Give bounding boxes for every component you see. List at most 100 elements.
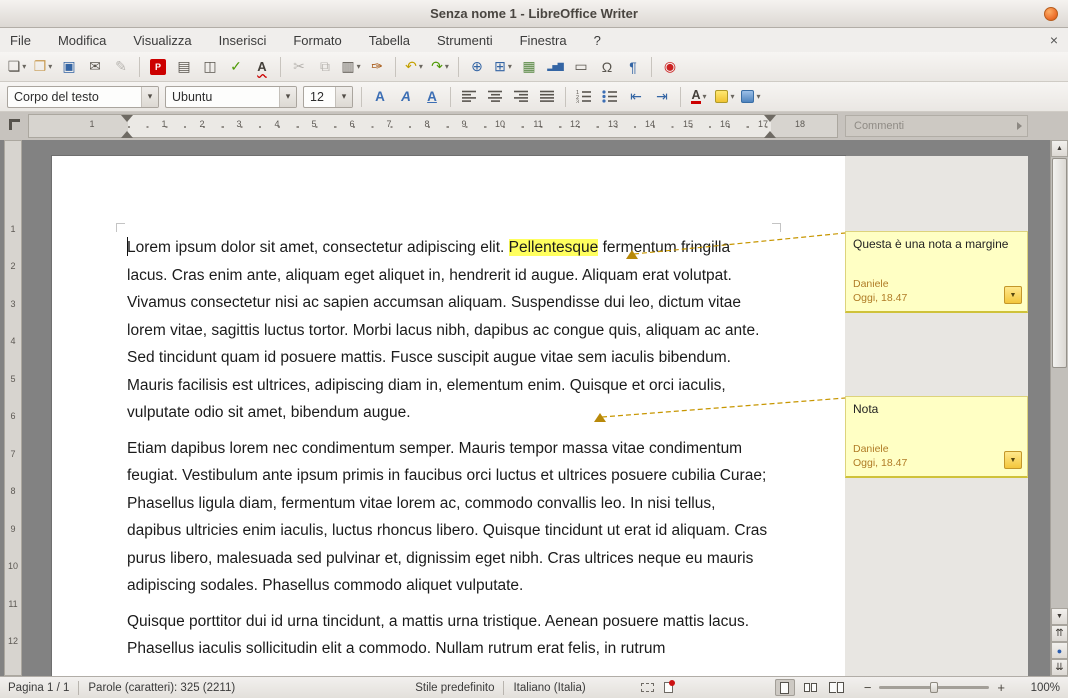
comment-1-menu-button[interactable]: ▼ bbox=[1004, 286, 1022, 304]
document-page[interactable]: Lorem ipsum dolor sit amet, consectetur … bbox=[52, 156, 845, 676]
auto-spellcheck-button[interactable]: A bbox=[250, 55, 274, 79]
zoom-slider-thumb[interactable] bbox=[930, 682, 938, 693]
omega-icon: Ω bbox=[602, 59, 612, 75]
comment-anchor-highlight[interactable]: Pellentesque bbox=[509, 239, 599, 256]
underline-button[interactable]: A bbox=[420, 85, 444, 109]
undo-button[interactable]: ↶ bbox=[402, 55, 426, 79]
comments-header[interactable]: Commenti bbox=[845, 115, 1028, 137]
window-control-button[interactable] bbox=[1044, 7, 1058, 21]
ruler-number: 3 bbox=[10, 299, 15, 309]
numbered-list-button[interactable]: 123 bbox=[572, 85, 596, 109]
language-status[interactable]: Italiano (Italia) bbox=[513, 682, 585, 694]
highlighting-color-button[interactable] bbox=[713, 85, 737, 109]
open-button[interactable]: ❐ bbox=[31, 55, 55, 79]
zoom-in-button[interactable]: + bbox=[994, 680, 1008, 695]
print-button[interactable]: ▤ bbox=[172, 55, 196, 79]
menu-tabella[interactable]: Tabella bbox=[369, 33, 410, 48]
navigation-button[interactable]: ● bbox=[1051, 642, 1068, 659]
menu-visualizza[interactable]: Visualizza bbox=[133, 33, 191, 48]
cut-button[interactable]: ✂ bbox=[287, 55, 311, 79]
font-size-combo[interactable]: 12 bbox=[303, 86, 353, 108]
vertical-scrollbar[interactable]: ▲ ▼ ⇈ ● ⇊ bbox=[1050, 140, 1068, 676]
dropdown-arrow-icon: ▼ bbox=[1010, 457, 1017, 464]
menu-modifica[interactable]: Modifica bbox=[58, 33, 106, 48]
comment-2-menu-button[interactable]: ▼ bbox=[1004, 451, 1022, 469]
paste-button[interactable]: ▥ bbox=[339, 55, 363, 79]
comment-1[interactable]: Questa è una nota a margine Daniele Oggi… bbox=[845, 231, 1028, 313]
next-page-button[interactable]: ⇊ bbox=[1051, 659, 1068, 676]
scroll-up-button[interactable]: ▲ bbox=[1051, 140, 1068, 157]
ruler-number: 6 bbox=[10, 411, 15, 421]
single-page-view-button[interactable] bbox=[775, 679, 795, 696]
menu-help[interactable]: ? bbox=[594, 33, 601, 48]
scroll-down-button[interactable]: ▼ bbox=[1051, 608, 1068, 625]
first-line-indent-marker[interactable] bbox=[121, 115, 133, 122]
right-indent-marker-top[interactable] bbox=[764, 115, 776, 122]
document-modified-icon[interactable] bbox=[664, 682, 673, 693]
insert-chart-button[interactable]: ▂▅▇ bbox=[543, 55, 567, 79]
previous-page-button[interactable]: ⇈ bbox=[1051, 625, 1068, 642]
export-pdf-button[interactable]: P bbox=[146, 55, 170, 79]
insert-table-button[interactable]: ⊞ bbox=[491, 55, 515, 79]
save-button[interactable]: ▣ bbox=[57, 55, 81, 79]
selection-mode-icon[interactable] bbox=[641, 683, 654, 692]
clone-formatting-button[interactable]: ✑ bbox=[365, 55, 389, 79]
formatting-marks-button[interactable]: ¶ bbox=[621, 55, 645, 79]
menu-inserisci[interactable]: Inserisci bbox=[219, 33, 267, 48]
comment-1-text[interactable]: Questa è una nota a margine bbox=[846, 232, 1027, 252]
paragraph-2[interactable]: Etiam dapibus lorem nec condimentum semp… bbox=[127, 435, 770, 600]
right-indent-marker[interactable] bbox=[764, 131, 776, 138]
font-name-dropdown-arrow[interactable] bbox=[279, 87, 296, 107]
multi-page-view-button[interactable] bbox=[801, 679, 821, 696]
document-text[interactable]: Lorem ipsum dolor sit amet, consectetur … bbox=[127, 234, 770, 671]
word-count-status[interactable]: Parole (caratteri): 325 (2211) bbox=[88, 682, 235, 694]
menu-strumenti[interactable]: Strumenti bbox=[437, 33, 493, 48]
increase-indent-button[interactable]: ⇥ bbox=[650, 85, 674, 109]
close-document-icon[interactable]: × bbox=[1050, 32, 1058, 48]
zoom-out-button[interactable]: − bbox=[861, 680, 875, 695]
new-document-button[interactable]: ❏ bbox=[5, 55, 29, 79]
left-indent-marker[interactable] bbox=[121, 131, 133, 138]
font-color-button[interactable]: A bbox=[687, 85, 711, 109]
spelling-button[interactable]: ✓ bbox=[224, 55, 248, 79]
paragraph-3[interactable]: Quisque porttitor dui id urna tincidunt,… bbox=[127, 608, 770, 663]
zoom-level[interactable]: 100% bbox=[1016, 682, 1060, 694]
bold-button[interactable]: A bbox=[368, 85, 392, 109]
menu-formato[interactable]: Formato bbox=[293, 33, 341, 48]
align-left-button[interactable] bbox=[457, 85, 481, 109]
edit-file-button[interactable]: ✎ bbox=[109, 55, 133, 79]
justify-button[interactable] bbox=[535, 85, 559, 109]
bullet-list-button[interactable] bbox=[598, 85, 622, 109]
redo-button[interactable]: ↷ bbox=[428, 55, 452, 79]
print-preview-button[interactable]: ◫ bbox=[198, 55, 222, 79]
insert-text-box-button[interactable]: ▭ bbox=[569, 55, 593, 79]
comments-collapse-icon[interactable] bbox=[1017, 122, 1022, 130]
tab-stop-selector-icon[interactable] bbox=[9, 119, 20, 130]
page-style-status[interactable]: Stile predefinito bbox=[415, 682, 494, 694]
insert-image-button[interactable]: ▦ bbox=[517, 55, 541, 79]
font-size-dropdown-arrow[interactable] bbox=[335, 87, 352, 107]
gallery-button[interactable]: ◉ bbox=[658, 55, 682, 79]
paragraph-1[interactable]: Lorem ipsum dolor sit amet, consectetur … bbox=[127, 234, 770, 427]
page-number-status[interactable]: Pagina 1 / 1 bbox=[8, 682, 69, 694]
align-right-button[interactable] bbox=[509, 85, 533, 109]
font-name-combo[interactable]: Ubuntu bbox=[165, 86, 297, 108]
paragraph-style-dropdown-arrow[interactable] bbox=[141, 87, 158, 107]
align-center-button[interactable] bbox=[483, 85, 507, 109]
background-color-button[interactable] bbox=[739, 85, 763, 109]
scrollbar-thumb[interactable] bbox=[1052, 158, 1067, 368]
comment-2[interactable]: Nota Daniele Oggi, 18.47 ▼ bbox=[845, 396, 1028, 478]
email-document-button[interactable]: ✉ bbox=[83, 55, 107, 79]
book-view-button[interactable] bbox=[827, 679, 847, 696]
copy-button[interactable]: ⧉ bbox=[313, 55, 337, 79]
hyperlink-button[interactable]: ⊕ bbox=[465, 55, 489, 79]
special-character-button[interactable]: Ω bbox=[595, 55, 619, 79]
paragraph-style-combo[interactable]: Corpo del testo bbox=[7, 86, 159, 108]
menu-file[interactable]: File bbox=[10, 33, 31, 48]
paragraph-1-text-after: fermentum fringilla lacus. Cras enim ant… bbox=[127, 239, 759, 421]
italic-button[interactable]: A bbox=[394, 85, 418, 109]
menu-finestra[interactable]: Finestra bbox=[520, 33, 567, 48]
decrease-indent-button[interactable]: ⇤ bbox=[624, 85, 648, 109]
comment-2-text[interactable]: Nota bbox=[846, 397, 1027, 417]
zoom-slider[interactable] bbox=[879, 686, 989, 689]
